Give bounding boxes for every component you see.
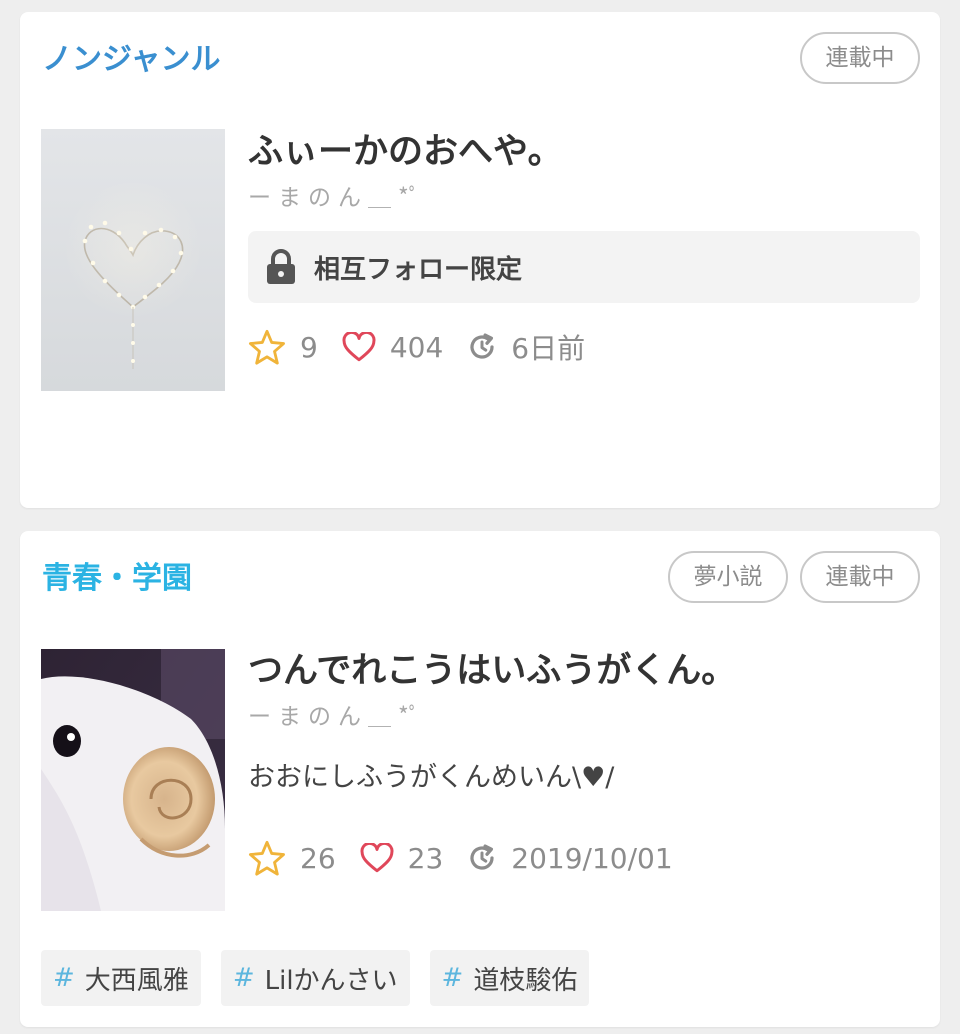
badge-list: 夢小説 連載中 bbox=[668, 551, 920, 603]
star-icon bbox=[248, 329, 285, 365]
story-description: おおにしふうがくんめいん\♥︎/ bbox=[248, 762, 615, 793]
updated-time-value: 2019/10/01 bbox=[511, 841, 673, 875]
like-count: 23 bbox=[360, 841, 444, 875]
genre-label[interactable]: 青春・学園 bbox=[42, 561, 192, 597]
tag-list: # 大西風雅 # Lilかんさい # 道枝駿佑 bbox=[41, 950, 590, 1006]
tag-chip[interactable]: # Lilかんさい bbox=[220, 950, 410, 1006]
status-badge: 連載中 bbox=[800, 32, 920, 84]
story-title[interactable]: ふぃーかのおへや。 bbox=[248, 129, 920, 175]
refresh-clock-icon bbox=[470, 333, 494, 359]
story-info: ふぃーかのおへや。 ーまのん＿*ﾟ 相互フォロー限定 9 404 6日前 bbox=[248, 129, 920, 367]
hash-icon: # bbox=[53, 963, 75, 993]
tag-label: 大西風雅 bbox=[84, 965, 189, 996]
heart-lights-image bbox=[41, 129, 225, 391]
story-thumbnail[interactable] bbox=[41, 649, 225, 911]
star-count-value: 26 bbox=[300, 841, 336, 875]
restriction-label: 相互フォロー限定 bbox=[314, 254, 523, 285]
story-card[interactable]: 青春・学園 夢小説 連載中 つんでれこうはいふうがくん。 ーまのん＿*ﾟ おおに… bbox=[20, 531, 940, 1027]
hash-icon: # bbox=[441, 963, 464, 993]
sheep-plush-image bbox=[41, 649, 225, 911]
story-title[interactable]: つんでれこうはいふうがくん。 bbox=[248, 648, 920, 694]
hash-icon: # bbox=[232, 963, 255, 993]
status-badge: 連載中 bbox=[800, 551, 920, 603]
star-count: 9 bbox=[248, 329, 318, 365]
updated-time-value: 6日前 bbox=[511, 332, 586, 365]
updated-time: 6日前 bbox=[467, 327, 585, 367]
star-count-value: 9 bbox=[300, 330, 318, 364]
genre-label[interactable]: ノンジャンル bbox=[42, 42, 221, 78]
tag-chip[interactable]: # 道枝駿佑 bbox=[429, 950, 590, 1006]
tag-chip[interactable]: # 大西風雅 bbox=[41, 950, 201, 1006]
story-thumbnail[interactable] bbox=[41, 129, 225, 391]
author-name[interactable]: ーまのん＿*ﾟ bbox=[248, 702, 920, 732]
heart-icon bbox=[360, 843, 394, 873]
star-count: 26 bbox=[248, 840, 336, 876]
like-count-value: 404 bbox=[389, 330, 444, 364]
tag-label: 道枝駿佑 bbox=[473, 965, 578, 996]
restriction-box: 相互フォロー限定 bbox=[248, 231, 920, 303]
like-count-value: 23 bbox=[407, 841, 444, 875]
story-card[interactable]: ノンジャンル 連載中 ふぃーかのおへや。 ーまのん＿*ﾟ 相互フォロー限定 9 … bbox=[20, 12, 940, 508]
type-badge: 夢小説 bbox=[668, 551, 788, 603]
badge-list: 連載中 bbox=[800, 32, 920, 84]
refresh-clock-icon bbox=[470, 844, 494, 870]
author-name[interactable]: ーまのん＿*ﾟ bbox=[248, 183, 920, 213]
like-count: 404 bbox=[342, 331, 443, 364]
story-info: つんでれこうはいふうがくん。 ーまのん＿*ﾟ おおにしふうがくんめいん\♥︎/ … bbox=[248, 648, 920, 876]
story-stats: 9 404 6日前 bbox=[248, 327, 920, 367]
lock-icon bbox=[267, 249, 295, 284]
updated-time: 2019/10/01 bbox=[467, 841, 673, 875]
tag-label: Lilかんさい bbox=[264, 965, 398, 996]
story-stats: 26 23 2019/10/01 bbox=[248, 840, 920, 876]
heart-icon bbox=[342, 332, 376, 362]
star-icon bbox=[248, 840, 285, 876]
